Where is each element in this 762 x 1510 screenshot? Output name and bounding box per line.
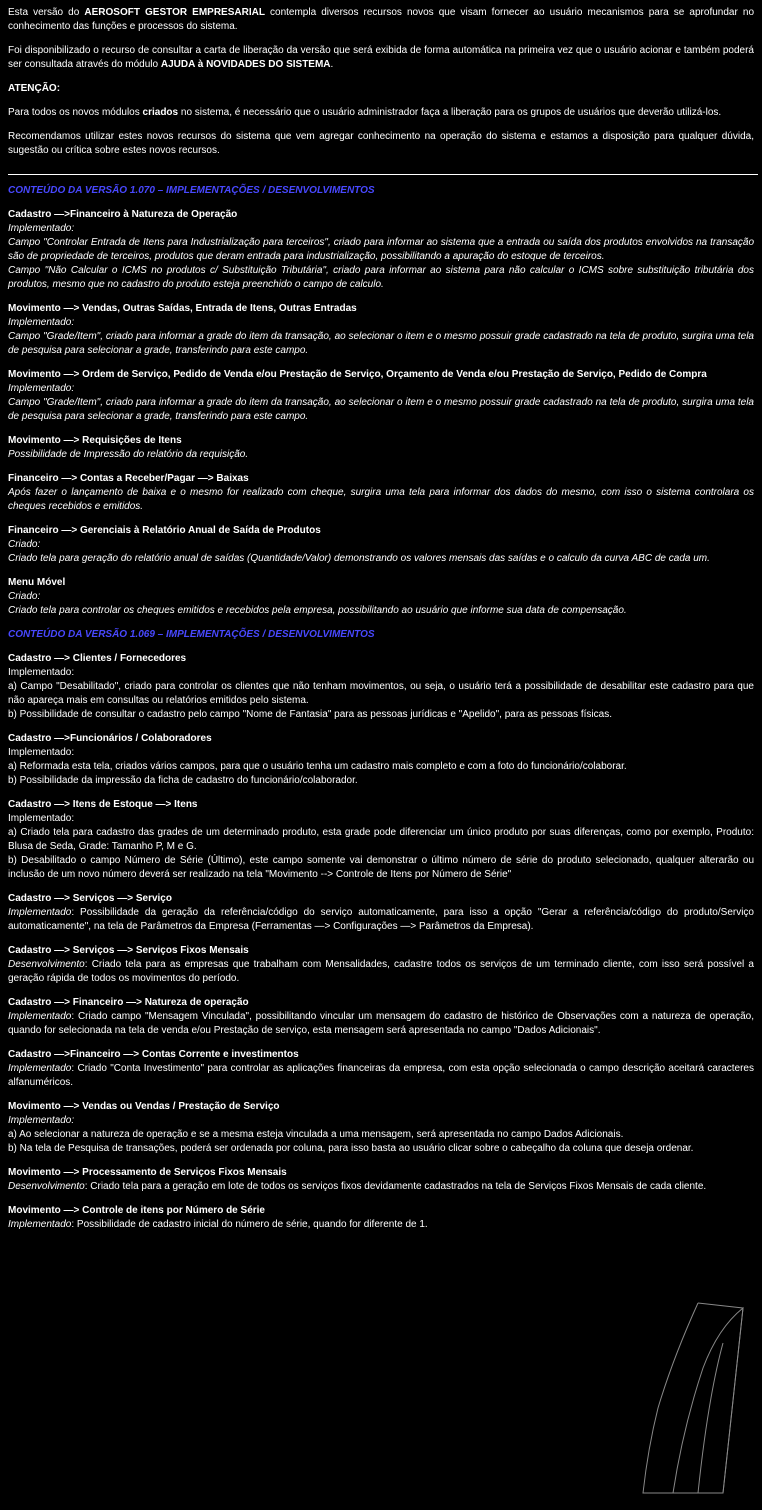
intro-p1-b: AEROSOFT GESTOR EMPRESARIAL	[84, 7, 265, 18]
section-title: Cadastro —>Funcionários / Colaboradores	[8, 732, 754, 746]
body-text: Implementado: Criado "Conta Investimento…	[8, 1062, 754, 1090]
body-text: Implementado: Criado campo "Mensagem Vin…	[8, 1010, 754, 1038]
body-text: Desenvolvimento: Criado tela para as emp…	[8, 958, 754, 986]
impl-label: Implementado:	[8, 222, 754, 236]
body-text: Campo "Não Calcular o ICMS no produtos c…	[8, 264, 754, 292]
section-title: Menu Móvel	[8, 576, 754, 590]
body-inline: : Criado campo "Mensagem Vinculada", pos…	[8, 1011, 754, 1036]
intro-p1-a: Esta versão do	[8, 7, 84, 18]
section-title: Cadastro —>Financeiro à Natureza de Oper…	[8, 208, 754, 222]
body-text: Campo "Grade/Item", criado para informar…	[8, 396, 754, 424]
section-1069-4: Cadastro —> Serviços —> Serviço Implemen…	[8, 892, 754, 934]
body-text: Possibilidade de Impressão do relatório …	[8, 448, 754, 462]
intro-p2-c: .	[331, 59, 334, 70]
divider-line: ————————————————————————————————————————…	[8, 168, 754, 182]
impl-label: Criado:	[8, 538, 754, 552]
section-1069-2: Cadastro —>Funcionários / Colaboradores …	[8, 732, 754, 788]
section-title: Financeiro —> Gerenciais à Relatório Anu…	[8, 524, 754, 538]
label-inline: Desenvolvimento	[8, 1181, 85, 1192]
section-1069-8: Movimento —> Vendas ou Vendas / Prestaçã…	[8, 1100, 754, 1156]
section-1070-3: Movimento —> Ordem de Serviço, Pedido de…	[8, 368, 754, 424]
body-text: Implementado: Possibilidade de cadastro …	[8, 1218, 754, 1232]
section-title: Movimento —> Vendas ou Vendas / Prestaçã…	[8, 1100, 754, 1114]
impl-label: Implementado:	[8, 746, 754, 760]
impl-label: Implementado:	[8, 382, 754, 396]
body-text: Criado tela para controlar os cheques em…	[8, 604, 754, 618]
section-title: Cadastro —> Serviços —> Serviço	[8, 892, 754, 906]
section-1070-5: Financeiro —> Contas a Receber/Pagar —> …	[8, 472, 754, 514]
body-text: b) Desabilitado o campo Número de Série …	[8, 854, 754, 882]
section-1069-6: Cadastro —> Financeiro —> Natureza de op…	[8, 996, 754, 1038]
impl-label: Implementado:	[8, 1114, 754, 1128]
body-text: a) Reformada esta tela, criados vários c…	[8, 760, 754, 774]
page-curl-icon	[628, 1298, 748, 1498]
body-text: a) Campo "Desabilitado", criado para con…	[8, 680, 754, 708]
label-inline: Implementado	[8, 1219, 71, 1230]
body-text: a) Ao selecionar a natureza de operação …	[8, 1128, 754, 1142]
intro-p2: Foi disponibilizado o recurso de consult…	[8, 44, 754, 72]
version-1069-header: CONTEÚDO DA VERSÃO 1.069 – IMPLEMENTAÇÕE…	[8, 628, 754, 642]
section-1069-10: Movimento —> Controle de itens por Númer…	[8, 1204, 754, 1232]
body-text: b) Possibilidade de consultar o cadastro…	[8, 708, 754, 722]
section-title: Cadastro —> Financeiro —> Natureza de op…	[8, 996, 754, 1010]
body-text: Implementado: Possibilidade da geração d…	[8, 906, 754, 934]
section-title: Cadastro —> Clientes / Fornecedores	[8, 652, 754, 666]
section-1069-7: Cadastro —>Financeiro —> Contas Corrente…	[8, 1048, 754, 1090]
impl-label: Implementado:	[8, 666, 754, 680]
impl-label: Implementado:	[8, 812, 754, 826]
label-inline: Implementado	[8, 907, 71, 918]
section-title: Cadastro —> Itens de Estoque —> Itens	[8, 798, 754, 812]
body-text: Desenvolvimento: Criado tela para a gera…	[8, 1180, 754, 1194]
attention-label: ATENÇÃO:	[8, 82, 754, 96]
body-inline: : Criado "Conta Investimento" para contr…	[8, 1063, 754, 1088]
version-1070-header: CONTEÚDO DA VERSÃO 1.070 – IMPLEMENTAÇÕE…	[8, 184, 754, 198]
section-1070-6: Financeiro —> Gerenciais à Relatório Anu…	[8, 524, 754, 566]
label-inline: Implementado	[8, 1063, 71, 1074]
impl-label: Criado:	[8, 590, 754, 604]
intro-p1: Esta versão do AEROSOFT GESTOR EMPRESARI…	[8, 6, 754, 34]
section-1070-2: Movimento —> Vendas, Outras Saídas, Entr…	[8, 302, 754, 358]
body-text: Campo "Controlar Entrada de Itens para I…	[8, 236, 754, 264]
body-text: b) Possibilidade da impressão da ficha d…	[8, 774, 754, 788]
attention-body: Para todos os novos módulos criados no s…	[8, 106, 754, 120]
section-title: Movimento —> Requisições de Itens	[8, 434, 754, 448]
section-title: Movimento —> Ordem de Serviço, Pedido de…	[8, 368, 754, 382]
attention-b: criados	[143, 107, 179, 118]
intro-p3: Recomendamos utilizar estes novos recurs…	[8, 130, 754, 158]
attention-c: no sistema, é necessário que o usuário a…	[178, 107, 721, 118]
section-title: Cadastro —>Financeiro —> Contas Corrente…	[8, 1048, 754, 1062]
attention-a: Para todos os novos módulos	[8, 107, 143, 118]
label-inline: Desenvolvimento	[8, 959, 85, 970]
section-title: Financeiro —> Contas a Receber/Pagar —> …	[8, 472, 754, 486]
body-inline: : Criado tela para a geração em lote de …	[85, 1181, 706, 1192]
intro-p2-b: AJUDA à NOVIDADES DO SISTEMA	[161, 59, 331, 70]
section-1069-5: Cadastro —> Serviços —> Serviços Fixos M…	[8, 944, 754, 986]
body-text: Após fazer o lançamento de baixa e o mes…	[8, 486, 754, 514]
body-inline: : Possibilidade de cadastro inicial do n…	[71, 1219, 427, 1230]
section-title: Movimento —> Processamento de Serviços F…	[8, 1166, 754, 1180]
body-text: Criado tela para geração do relatório an…	[8, 552, 754, 566]
section-title: Movimento —> Controle de itens por Númer…	[8, 1204, 754, 1218]
body-text: b) Na tela de Pesquisa de transações, po…	[8, 1142, 754, 1156]
section-title: Cadastro —> Serviços —> Serviços Fixos M…	[8, 944, 754, 958]
intro-p2-a: Foi disponibilizado o recurso de consult…	[8, 45, 754, 70]
body-text: Campo "Grade/Item", criado para informar…	[8, 330, 754, 358]
section-1069-3: Cadastro —> Itens de Estoque —> Itens Im…	[8, 798, 754, 882]
section-1070-1: Cadastro —>Financeiro à Natureza de Oper…	[8, 208, 754, 292]
impl-label: Implementado:	[8, 316, 754, 330]
section-1070-4: Movimento —> Requisições de Itens Possib…	[8, 434, 754, 462]
label-inline: Implementado	[8, 1011, 71, 1022]
section-1069-1: Cadastro —> Clientes / Fornecedores Impl…	[8, 652, 754, 722]
body-inline: : Criado tela para as empresas que traba…	[8, 959, 754, 984]
body-inline: : Possibilidade da geração da referência…	[8, 907, 754, 932]
body-text: a) Criado tela para cadastro das grades …	[8, 826, 754, 854]
section-title: Movimento —> Vendas, Outras Saídas, Entr…	[8, 302, 754, 316]
intro-block: Esta versão do AEROSOFT GESTOR EMPRESARI…	[8, 6, 754, 158]
section-1070-7: Menu Móvel Criado: Criado tela para cont…	[8, 576, 754, 618]
section-1069-9: Movimento —> Processamento de Serviços F…	[8, 1166, 754, 1194]
